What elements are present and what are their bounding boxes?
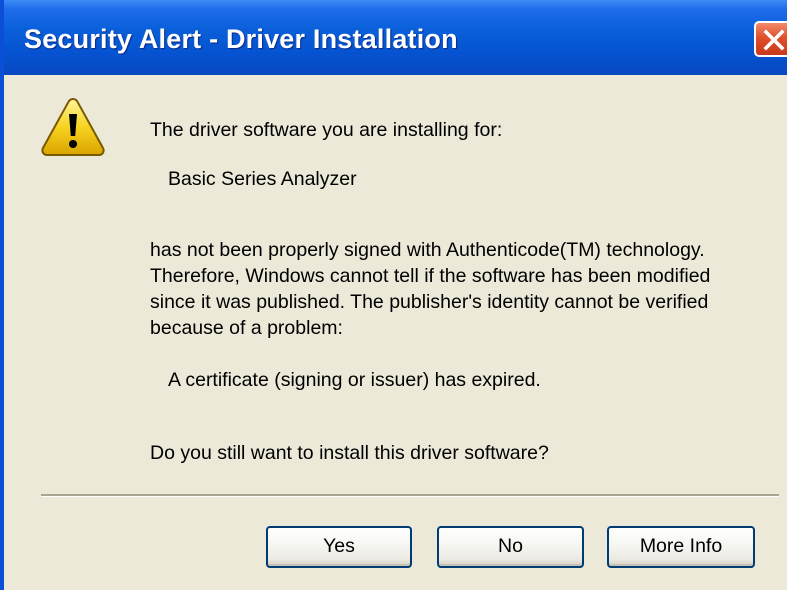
reason-text: A certificate (signing or issuer) has ex…: [168, 369, 541, 391]
close-icon: [763, 29, 785, 51]
window-title: Security Alert - Driver Installation: [24, 24, 458, 54]
more-info-button[interactable]: More Info: [607, 526, 755, 568]
yes-button[interactable]: Yes: [266, 526, 412, 568]
close-button[interactable]: [754, 21, 787, 57]
title-bar[interactable]: Security Alert - Driver Installation: [4, 0, 787, 75]
separator: [41, 494, 779, 497]
dialog-body: The driver software you are installing f…: [8, 75, 787, 590]
warning-icon: [41, 97, 105, 156]
warning-paragraph: has not been properly signed with Authen…: [150, 237, 710, 341]
security-alert-dialog: Security Alert - Driver Installation The…: [0, 0, 787, 590]
no-button[interactable]: No: [437, 526, 584, 568]
paragraph-line: Therefore, Windows cannot tell if the so…: [150, 265, 711, 287]
paragraph-line: has not been properly signed with Authen…: [150, 239, 705, 261]
paragraph-line: because of a problem:: [150, 317, 343, 339]
paragraph-line: since it was published. The publisher's …: [150, 291, 709, 313]
intro-text: The driver software you are installing f…: [150, 119, 503, 141]
question-text: Do you still want to install this driver…: [150, 442, 549, 464]
device-name: Basic Series Analyzer: [168, 168, 357, 190]
